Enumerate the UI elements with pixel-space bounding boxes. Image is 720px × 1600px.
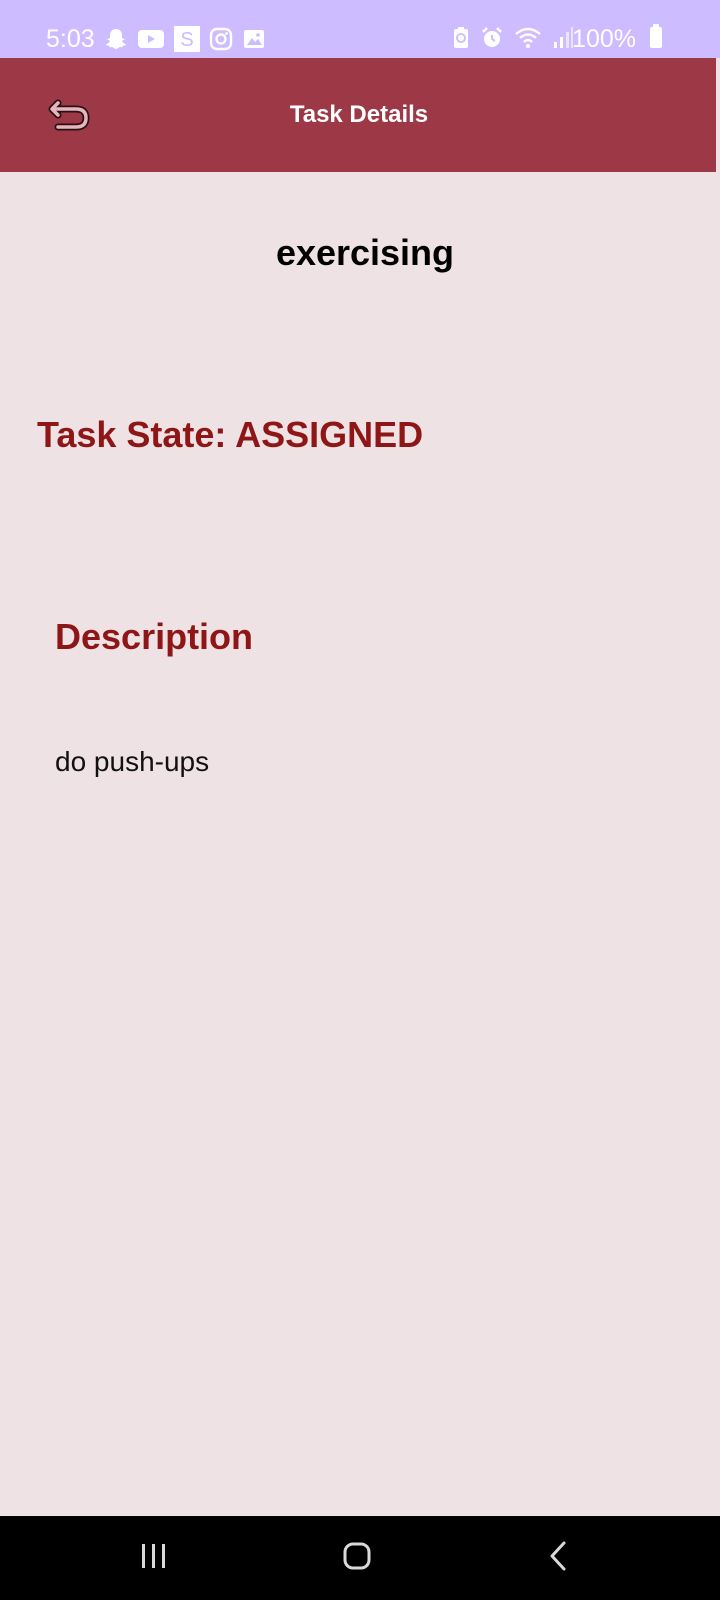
page-title: Task Details: [289, 101, 429, 128]
navigation-bar: [0, 1516, 720, 1600]
alarm-icon: [480, 26, 504, 50]
description-text: do push-ups: [55, 746, 210, 777]
notification-icons: S: [104, 26, 266, 52]
gallery-icon: [242, 27, 266, 51]
instagram-icon: [209, 27, 233, 51]
s-app-icon: S: [174, 26, 200, 52]
system-icons: [452, 26, 574, 50]
chevron-left-icon: [546, 1540, 570, 1577]
battery-saver-icon: [452, 26, 470, 50]
snapchat-icon: [104, 27, 128, 51]
app-bar: Task Details: [0, 58, 716, 172]
status-bar: 5:03 S 100%: [0, 0, 720, 58]
svg-text:S: S: [180, 29, 193, 51]
nav-back-button[interactable]: [528, 1536, 588, 1580]
recent-apps-button[interactable]: [124, 1536, 184, 1580]
wifi-icon: [514, 26, 542, 50]
youtube-icon: [137, 28, 165, 50]
home-icon: [342, 1541, 372, 1576]
task-name: exercising: [275, 232, 455, 273]
task-state: Task State: ASSIGNED: [37, 414, 424, 455]
signal-icon: [552, 26, 574, 50]
battery-icon: [650, 24, 662, 48]
description-heading: Description: [55, 616, 254, 657]
status-time: 5:03: [46, 25, 95, 53]
home-button[interactable]: [327, 1536, 387, 1580]
battery-percentage: 100%: [572, 25, 636, 53]
recent-apps-icon: [139, 1542, 169, 1575]
